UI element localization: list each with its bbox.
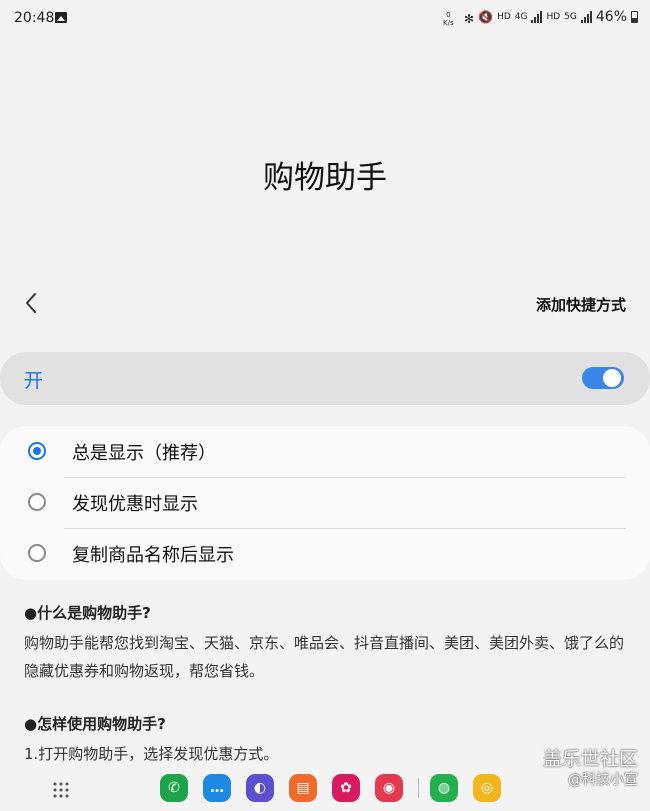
messages-app-icon[interactable]: … bbox=[203, 774, 231, 802]
radio-button[interactable] bbox=[28, 442, 46, 460]
apps-grid-icon[interactable] bbox=[52, 781, 69, 798]
page-title: 购物助手 bbox=[263, 160, 387, 196]
help-answer-1: 购物助手能帮您找到淘宝、天猫、京东、唯品会、抖音直播间、美团、美团外卖、饿了么的… bbox=[24, 634, 625, 680]
option-show-after-copy[interactable]: 复制商品名称后显示 bbox=[0, 528, 650, 579]
battery-percent: 46% bbox=[595, 9, 627, 25]
switch-knob bbox=[603, 369, 621, 387]
phone-app-icon[interactable]: ✆ bbox=[160, 774, 188, 802]
signal-icon-1 bbox=[531, 11, 543, 23]
network-speed-value: 0 bbox=[446, 11, 451, 19]
master-switch[interactable] bbox=[582, 367, 624, 389]
help-answer-2: 1.打开购物助手，选择发现优惠方式。 bbox=[24, 745, 279, 763]
internet-app-icon[interactable]: ◐ bbox=[246, 774, 274, 802]
back-arrow-icon bbox=[26, 293, 36, 313]
hd-label-1: HD bbox=[497, 12, 511, 22]
mute-icon: 🔇 bbox=[478, 10, 494, 24]
option-always-show[interactable]: 总是显示（推荐） bbox=[0, 426, 650, 477]
toggle-label: 开 bbox=[24, 370, 44, 392]
add-shortcut-button[interactable]: 添加快捷方式 bbox=[536, 294, 626, 315]
option-label: 复制商品名称后显示 bbox=[72, 545, 234, 566]
option-label: 发现优惠时显示 bbox=[72, 494, 198, 515]
status-bar: 20:48 0 K/s ✻ 🔇 HD 4G HD 5G 46% bbox=[0, 0, 650, 38]
hd-label-2: HD bbox=[546, 12, 561, 22]
help-question-2: ●怎样使用购物助手? bbox=[24, 715, 166, 733]
signal-icon-2 bbox=[580, 11, 592, 23]
radio-button[interactable] bbox=[28, 493, 46, 511]
network-type-1: 4G bbox=[514, 12, 528, 22]
display-options-card: 总是显示（推荐） 发现优惠时显示 复制商品名称后显示 bbox=[0, 426, 650, 580]
status-time: 20:48 bbox=[14, 10, 55, 26]
watermark-sub: @科技小宣 bbox=[568, 772, 638, 788]
bluetooth-icon: ✻ bbox=[464, 12, 475, 26]
option-label: 总是显示（推荐） bbox=[72, 443, 216, 464]
camera-app-icon[interactable]: ◉ bbox=[375, 774, 403, 802]
battery-icon bbox=[631, 11, 638, 23]
network-speed-unit: K/s bbox=[443, 19, 454, 27]
watermark-main: 盖乐世社区 bbox=[542, 748, 638, 770]
master-toggle-card[interactable]: 开 bbox=[0, 352, 650, 405]
gallery-app-icon[interactable]: ✿ bbox=[332, 774, 360, 802]
network-type-2: 5G bbox=[564, 12, 577, 22]
wechat-app-icon[interactable]: ◍ bbox=[430, 774, 458, 802]
back-button[interactable] bbox=[18, 288, 48, 318]
weibo-app-icon[interactable]: ◎ bbox=[473, 774, 501, 802]
gallery-notification-icon bbox=[55, 12, 67, 23]
network-speed: 0 K/s bbox=[443, 11, 454, 27]
watermark: 盖乐世社区 @科技小宣 bbox=[543, 748, 638, 790]
option-show-on-discount[interactable]: 发现优惠时显示 bbox=[0, 477, 650, 528]
status-indicators: 🔇 HD 4G HD 5G 46% bbox=[478, 9, 638, 25]
dock-divider bbox=[418, 778, 419, 798]
radio-button[interactable] bbox=[28, 544, 46, 562]
help-question-1: ●什么是购物助手? bbox=[24, 604, 151, 622]
notes-app-icon[interactable]: ▤ bbox=[289, 774, 317, 802]
